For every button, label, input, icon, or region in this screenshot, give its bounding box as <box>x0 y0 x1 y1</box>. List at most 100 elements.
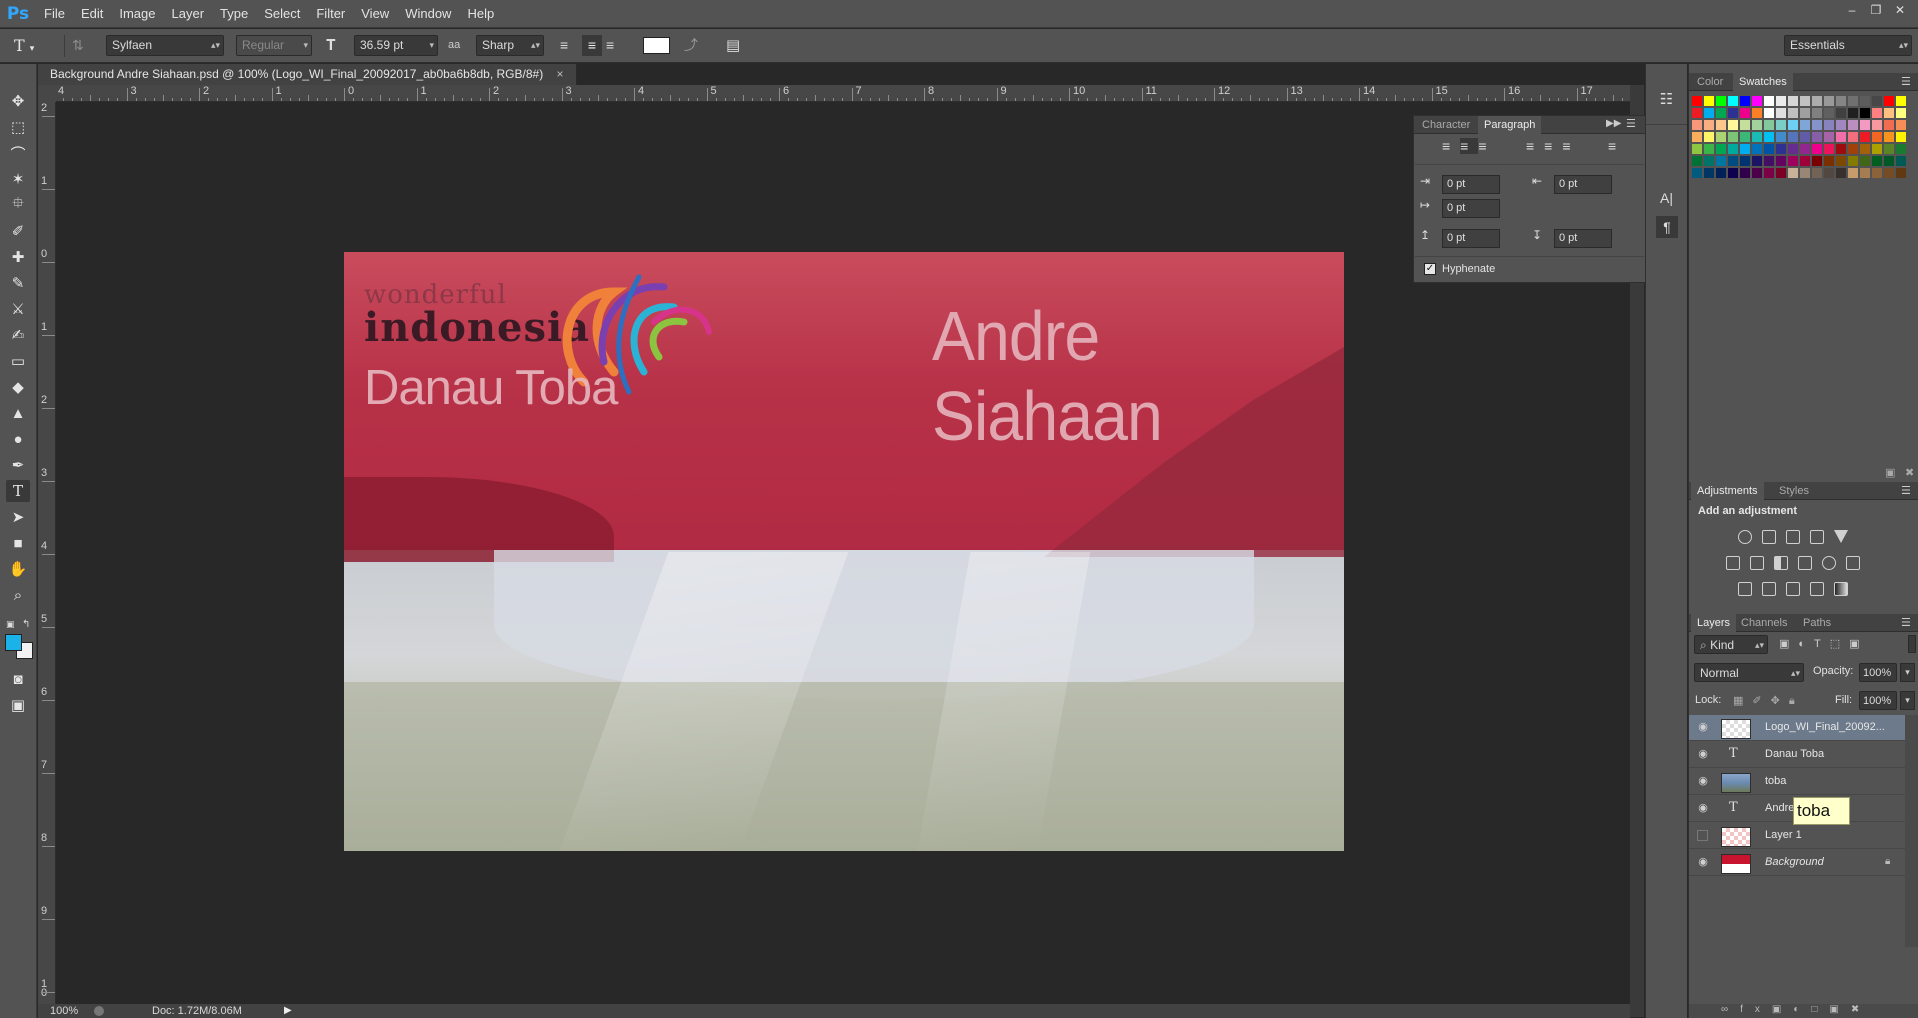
visibility-eye-icon[interactable]: ◉ <box>1696 747 1710 761</box>
color-swatch[interactable] <box>1824 144 1834 154</box>
align-right-icon[interactable]: ≡ <box>606 35 624 56</box>
close-document-icon[interactable]: × <box>557 67 564 81</box>
layer-name[interactable]: Logo_WI_Final_20092... <box>1765 721 1885 733</box>
menu-image[interactable]: Image <box>111 6 163 21</box>
color-swatch[interactable] <box>1704 144 1714 154</box>
space-after-field[interactable]: 0 pt <box>1554 229 1612 248</box>
color-swatch[interactable] <box>1788 156 1798 166</box>
color-swatch[interactable] <box>1740 96 1750 106</box>
color-swatch[interactable] <box>1728 96 1738 106</box>
color-swatch[interactable] <box>1824 132 1834 142</box>
photo-filter-icon[interactable] <box>1798 556 1812 570</box>
history-brush-tool-icon[interactable]: ✍ <box>6 324 30 346</box>
color-swatch[interactable] <box>1836 96 1846 106</box>
healing-brush-tool-icon[interactable]: ✚ <box>6 246 30 268</box>
color-swatch[interactable] <box>1884 144 1894 154</box>
color-swatch[interactable] <box>1764 108 1774 118</box>
color-swatch[interactable] <box>1896 132 1906 142</box>
color-swatch[interactable] <box>1812 96 1822 106</box>
selective-color-icon[interactable] <box>1810 582 1824 596</box>
hand-tool-icon[interactable]: ✋ <box>6 558 30 580</box>
color-swatch[interactable] <box>1704 120 1714 130</box>
brightness-contrast-icon[interactable] <box>1738 530 1752 544</box>
crop-tool-icon[interactable]: ⯐ <box>6 194 30 216</box>
color-swatch[interactable] <box>1896 108 1906 118</box>
color-swatch[interactable] <box>1848 96 1858 106</box>
color-swatch[interactable] <box>1716 132 1726 142</box>
font-style-select[interactable]: Regular ▾ <box>236 35 312 56</box>
brush-tool-icon[interactable]: ✎ <box>6 272 30 294</box>
color-swatch[interactable] <box>1848 132 1858 142</box>
panel-menu-icon[interactable]: ☰ <box>1626 117 1636 130</box>
color-swatch[interactable] <box>1764 96 1774 106</box>
tab-layers[interactable]: Layers <box>1691 614 1737 632</box>
color-swatch[interactable] <box>1872 132 1882 142</box>
collapse-panel-icon[interactable]: ▶▶ <box>1606 118 1621 129</box>
minimize-icon[interactable]: – <box>1842 2 1862 18</box>
character-panel-icon[interactable]: A| <box>1646 186 1687 210</box>
menu-filter[interactable]: Filter <box>308 6 353 21</box>
color-swatch[interactable] <box>1800 132 1810 142</box>
color-swatch[interactable] <box>1800 96 1810 106</box>
layer-row[interactable]: ◉ T Danau Toba <box>1689 742 1905 768</box>
magic-wand-tool-icon[interactable]: ✶ <box>6 168 30 190</box>
color-swatch[interactable] <box>1836 108 1846 118</box>
levels-icon[interactable] <box>1762 530 1776 544</box>
layer-row[interactable]: ◉ toba <box>1689 769 1905 795</box>
zoom-tool-icon[interactable]: ⌕ <box>6 584 30 606</box>
tab-paths[interactable]: Paths <box>1797 614 1837 632</box>
color-swatch[interactable] <box>1740 120 1750 130</box>
swap-colors-icon[interactable]: ↰ <box>22 619 32 630</box>
restore-icon[interactable]: ❐ <box>1866 2 1886 18</box>
gradient-map-icon[interactable] <box>1834 582 1848 596</box>
paragraph-justify-buttons[interactable]: ≡≡≡ <box>1526 138 1581 154</box>
paint-bucket-tool-icon[interactable]: ◆ <box>6 376 30 398</box>
color-swatch[interactable] <box>1896 96 1906 106</box>
menu-window[interactable]: Window <box>397 6 459 21</box>
color-swatch[interactable] <box>1764 132 1774 142</box>
swatch-grid[interactable] <box>1689 93 1918 213</box>
screen-mode-icon[interactable]: ▣ <box>6 694 30 716</box>
color-swatch[interactable] <box>1764 120 1774 130</box>
align-center-icon[interactable]: ≡ <box>582 35 602 56</box>
layer-footer-icons[interactable]: ∞fx▣◐□▣✖ <box>1721 1004 1871 1015</box>
color-swatch[interactable] <box>1776 156 1786 166</box>
color-swatch[interactable] <box>1848 120 1858 130</box>
color-swatch[interactable] <box>1704 156 1714 166</box>
layer-row[interactable]: Layer 1 <box>1689 823 1905 849</box>
hue-saturation-icon[interactable] <box>1726 556 1740 570</box>
color-swatch[interactable] <box>1848 144 1858 154</box>
color-swatch[interactable] <box>1836 156 1846 166</box>
color-swatch[interactable] <box>1692 156 1702 166</box>
color-swatch[interactable] <box>1896 144 1906 154</box>
layer-filter-type-icons[interactable]: ▣◐T⬚▣ <box>1779 637 1869 650</box>
toggle-panels-icon[interactable]: ▤ <box>726 35 748 56</box>
lock-option-icons[interactable]: ▦✐✥🔒︎ <box>1733 694 1804 708</box>
color-swatch[interactable] <box>1872 108 1882 118</box>
color-swatch[interactable] <box>1812 168 1822 178</box>
layer-row[interactable]: ◉ Logo_WI_Final_20092... <box>1689 715 1905 741</box>
color-swatch[interactable] <box>1740 168 1750 178</box>
color-swatch[interactable] <box>1848 156 1858 166</box>
fill-field[interactable]: 100% <box>1859 691 1897 710</box>
color-swatch[interactable] <box>1884 96 1894 106</box>
warp-text-icon[interactable]: ⤴ <box>684 35 706 56</box>
color-swatch[interactable] <box>1788 96 1798 106</box>
color-swatch[interactable] <box>1896 168 1906 178</box>
color-swatch[interactable] <box>1704 108 1714 118</box>
lasso-tool-icon[interactable]: ⌒ <box>6 142 30 164</box>
color-swatch[interactable] <box>1764 168 1774 178</box>
curves-icon[interactable] <box>1786 530 1800 544</box>
panel-menu-icon[interactable]: ☰ <box>1901 484 1911 497</box>
layer-filter-select[interactable]: ⌕ Kind ▴▾ <box>1694 635 1768 654</box>
color-swatch[interactable] <box>1716 168 1726 178</box>
black-white-icon[interactable] <box>1774 556 1788 570</box>
color-swatch[interactable] <box>1740 132 1750 142</box>
color-swatch[interactable] <box>1788 108 1798 118</box>
rectangle-tool-icon[interactable]: ■ <box>6 532 30 554</box>
layer-name[interactable]: Andre <box>1765 802 1794 814</box>
menu-type[interactable]: Type <box>212 6 256 21</box>
color-lookup-icon[interactable] <box>1846 556 1860 570</box>
menu-view[interactable]: View <box>353 6 397 21</box>
panel-menu-icon[interactable]: ☰ <box>1901 616 1911 629</box>
